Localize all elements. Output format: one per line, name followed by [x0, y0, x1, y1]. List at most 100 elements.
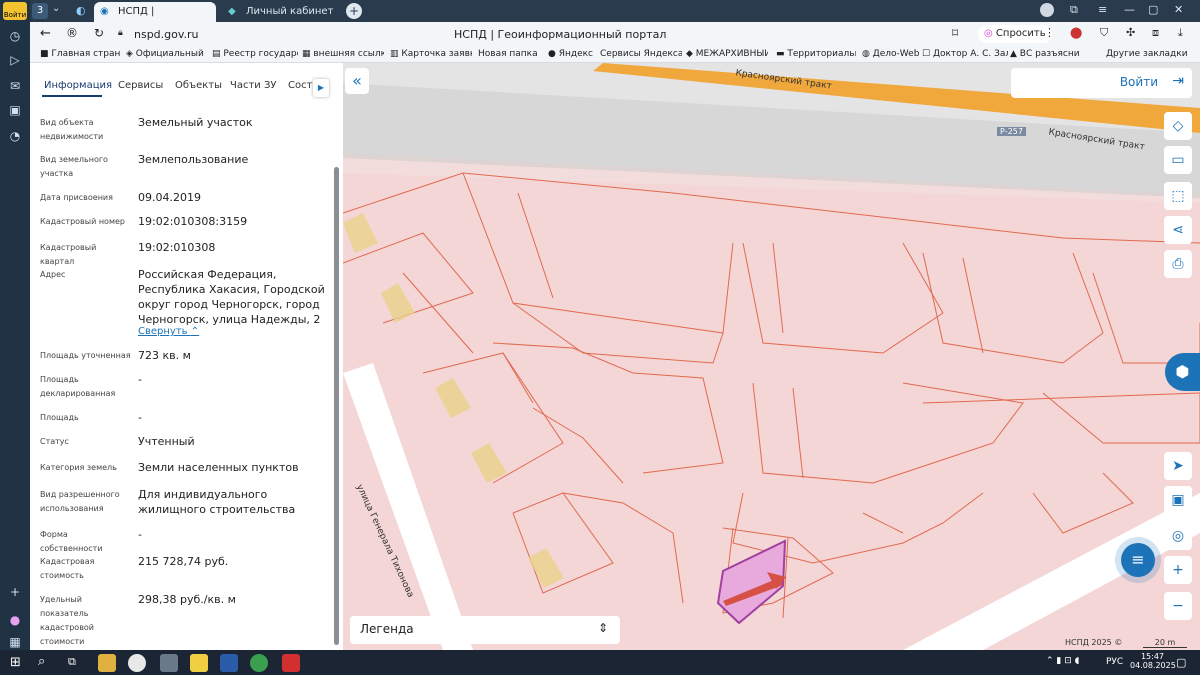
locate-icon[interactable]: ➤	[1164, 452, 1192, 480]
grid-icon[interactable]: ▦	[5, 632, 25, 652]
extension-icon[interactable]: ⬤	[1070, 26, 1082, 39]
bookmark-item[interactable]: ▤ Реестр государст	[212, 49, 298, 59]
bookmark-item[interactable]: ☐ Доктор А. С. Зал	[922, 49, 1008, 59]
browser-side-rail: Войти ◷ ▷ ✉ ▣ ◔ + ● ▦	[0, 0, 30, 650]
tab-counter[interactable]: 3	[32, 3, 48, 19]
bookmark-item[interactable]: ▲ ВС разъясни	[1010, 49, 1080, 59]
new-tab-button[interactable]: +	[346, 3, 362, 19]
back-icon[interactable]: ←	[40, 26, 51, 41]
scale-bar: 20 m	[1143, 638, 1187, 648]
windows-start-icon[interactable]: ⊞	[10, 655, 21, 670]
collapse-panel-button[interactable]: «	[345, 68, 369, 94]
select-area-icon[interactable]: ⬚	[1164, 182, 1192, 210]
bookmark-folder[interactable]: Сервисы Яндекса ⌄	[600, 49, 682, 59]
app-icon[interactable]	[282, 654, 300, 672]
tab-nspd[interactable]: ◉ НСПД | Геоинформаци ×	[94, 2, 216, 37]
field-label: Категория земель	[40, 463, 117, 472]
print-icon[interactable]: ⎙	[1164, 250, 1192, 278]
minimap-icon[interactable]: ▣	[1164, 486, 1192, 514]
zoom-in-button[interactable]: +	[1164, 556, 1192, 584]
field-label: Площадь декларированная	[40, 375, 116, 398]
app-icon[interactable]: ◐	[76, 4, 86, 17]
alice-icon[interactable]: ●	[5, 610, 25, 630]
tray-icons[interactable]: ⌃ ▮ ⊡ ◖	[1046, 656, 1079, 666]
map-tool-tab[interactable]: ⬢	[1165, 353, 1200, 391]
shield-icon[interactable]: ⛉	[1100, 26, 1108, 40]
download-icon[interactable]: ⤓	[1178, 26, 1183, 40]
bookmark-item[interactable]: ● Яндекс	[548, 49, 600, 59]
chat-button[interactable]: ≡	[1121, 543, 1155, 577]
search-place-icon[interactable]: ◎	[1164, 522, 1192, 550]
zoom-out-button[interactable]: −	[1164, 592, 1192, 620]
bookmark-item[interactable]: ◈ Официальный са	[126, 49, 206, 59]
tab-objects[interactable]: Объекты	[175, 80, 222, 91]
task-view-icon[interactable]: ⧉	[68, 655, 76, 669]
tab-cabinet[interactable]: ◆ Личный кабинет	[222, 2, 342, 22]
panel-scrollbar[interactable]	[334, 167, 339, 645]
privacy-icon[interactable]: ®	[66, 26, 78, 40]
history-icon[interactable]: ◷	[5, 26, 25, 46]
date: 04.08.2025	[1130, 661, 1176, 670]
layers-icon[interactable]: ◇	[1164, 112, 1192, 140]
mail-icon[interactable]: ✉	[5, 76, 25, 96]
chat-icon[interactable]: ◔	[5, 126, 25, 146]
close-window-icon[interactable]: ✕	[1174, 3, 1183, 16]
reload-icon[interactable]: ↻	[94, 26, 104, 40]
bookmark-icon[interactable]: ⌑	[952, 26, 958, 40]
address-toolbar: ← ® ↻ 🔒︎ nspd.gov.ru НСПД | Геоинформаци…	[30, 22, 1200, 47]
active-tab-underline	[42, 95, 102, 97]
folder-icon[interactable]	[98, 654, 116, 672]
puzzle-icon[interactable]: ✣	[1126, 26, 1135, 39]
play-icon[interactable]: ▷	[5, 50, 25, 70]
more-icon[interactable]: ⋮	[1044, 26, 1055, 39]
url-field[interactable]: nspd.gov.ru	[134, 28, 199, 41]
tab-information[interactable]: Информация	[44, 80, 112, 91]
bookmark-item[interactable]: ■ Главная страниц	[40, 49, 120, 59]
legend-bar[interactable]: Легенда ⇕	[350, 616, 620, 644]
clock[interactable]: 15:47 04.08.2025	[1130, 652, 1176, 670]
notification-icon[interactable]: ▢	[1176, 656, 1186, 669]
cadastral-map[interactable]	[343, 63, 1200, 650]
ask-button[interactable]: ◎ Спросить	[978, 25, 1052, 43]
collapse-link[interactable]: Свернуть ⌃	[138, 326, 199, 337]
app-icon[interactable]	[160, 654, 178, 672]
other-bookmarks[interactable]: Другие закладки ⌄	[1106, 49, 1190, 59]
notes-icon[interactable]	[190, 654, 208, 672]
bookmark-item[interactable]: ▥ Карточка заявки	[390, 49, 472, 59]
word-icon[interactable]	[220, 654, 238, 672]
bookmark-item[interactable]: ▦ внешняя ссылка	[302, 49, 384, 59]
yandex-browser-icon[interactable]	[128, 654, 146, 672]
chevron-down-icon[interactable]: ⌄	[52, 3, 60, 14]
language-indicator[interactable]: РУС	[1106, 657, 1123, 667]
chrome-icon[interactable]	[250, 654, 268, 672]
bookmark-manager-icon[interactable]: ⧉	[1070, 3, 1078, 17]
maximize-icon[interactable]: ▢	[1148, 3, 1158, 16]
field-label: Удельный показатель кадастровой стоимост…	[40, 595, 95, 646]
bookmark-label: Новая папка	[478, 49, 538, 59]
field-label: Вид разрешенного использования	[40, 490, 120, 513]
profile-button[interactable]: Войти	[3, 2, 27, 20]
bookmark-folder[interactable]: Новая папка ⌄	[478, 49, 540, 59]
menu-icon[interactable]: ≡	[1098, 3, 1107, 16]
info-panel: Информация Сервисы Объекты Части ЗУ Сост…	[30, 63, 343, 650]
ruler-icon[interactable]: ▭	[1164, 146, 1192, 174]
bookmark-item[interactable]: ◍ Дело-Web	[862, 49, 920, 59]
windows-taskbar: ⊞ ⌕ ⧉ ⌃ ▮ ⊡ ◖ РУС 15:47 04.08.2025 ▢	[0, 650, 1200, 675]
tabs-scroll-right-button[interactable]: ▶	[313, 79, 329, 97]
add-icon[interactable]: +	[5, 582, 25, 602]
share-icon[interactable]: ⋖	[1164, 216, 1192, 244]
minimize-icon[interactable]: —	[1124, 3, 1135, 16]
map-canvas[interactable]: Красноярский тракт Красноярский тракт Р-…	[343, 63, 1200, 650]
avatar[interactable]	[1040, 3, 1054, 17]
login-bar[interactable]: Войти ⇥	[1011, 68, 1192, 98]
tab-services[interactable]: Сервисы	[118, 80, 163, 91]
field-value: -	[138, 373, 142, 386]
tab-parts[interactable]: Части ЗУ	[230, 80, 277, 91]
collections-icon[interactable]: ⧈	[1152, 26, 1159, 40]
site-favicon-icon: ◉	[100, 6, 109, 17]
bookmark-item[interactable]: ▬ Территориальнь	[776, 49, 856, 59]
tabs-icon[interactable]: ▣	[5, 100, 25, 120]
search-icon[interactable]: ⌕	[38, 654, 45, 669]
bookmark-item[interactable]: ◆ МЕЖАРХИВНЫЙ	[686, 49, 768, 59]
ask-label: Спросить	[995, 28, 1046, 39]
